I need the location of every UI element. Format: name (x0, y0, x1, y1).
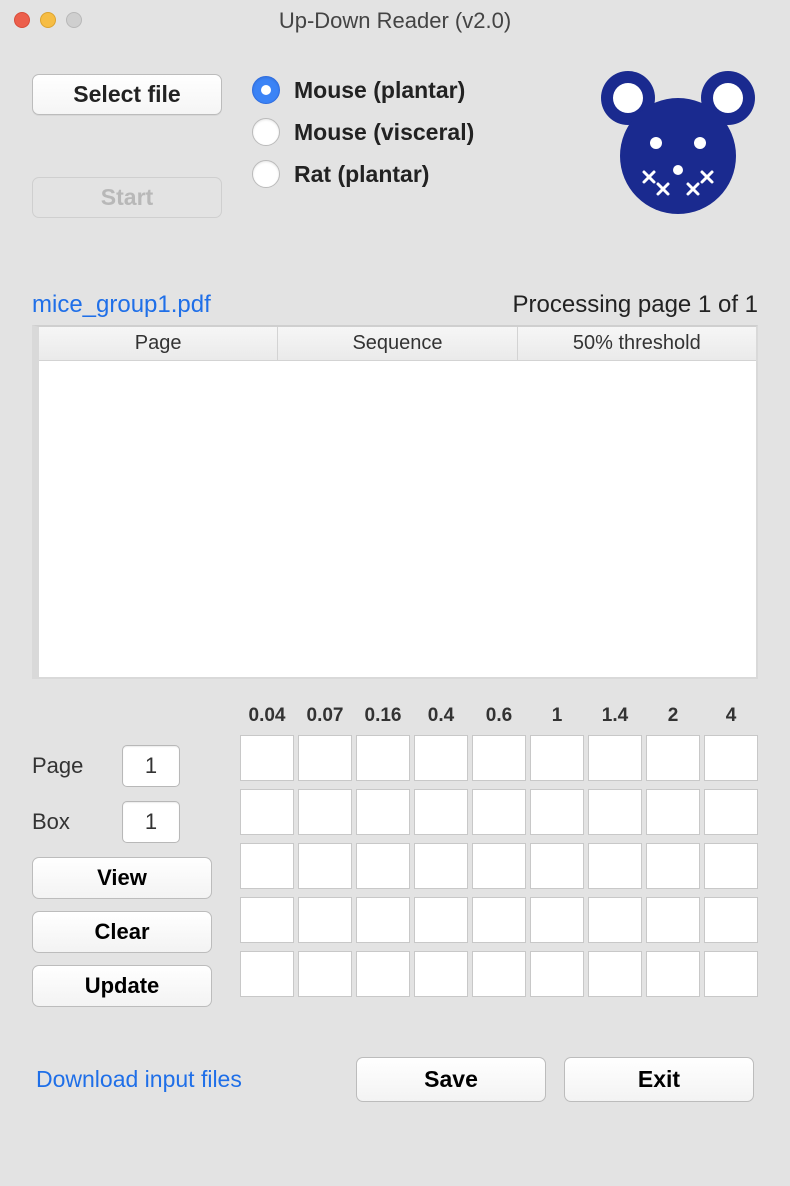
grid-cell[interactable] (588, 735, 642, 781)
grid-cell[interactable] (414, 843, 468, 889)
grid-row (240, 735, 758, 781)
grid-cell[interactable] (356, 735, 410, 781)
grid-row (240, 843, 758, 889)
grid-header: 0.04 (240, 705, 294, 727)
grid-cell[interactable] (588, 897, 642, 943)
grid-header: 0.07 (298, 705, 352, 727)
grid-cell[interactable] (530, 789, 584, 835)
grid-cell[interactable] (240, 789, 294, 835)
grid-header: 0.4 (414, 705, 468, 727)
start-button[interactable]: Start (32, 177, 222, 218)
update-button[interactable]: Update (32, 965, 212, 1007)
column-page[interactable]: Page (39, 327, 278, 360)
mouse-icon (598, 68, 758, 223)
maximize-window[interactable] (66, 12, 82, 28)
results-table[interactable]: Page Sequence 50% threshold (32, 325, 758, 679)
grid-cell[interactable] (298, 735, 352, 781)
radio-icon (252, 76, 280, 104)
radio-mouse-visceral[interactable]: Mouse (visceral) (252, 118, 568, 146)
grid-cell[interactable] (472, 897, 526, 943)
radio-rat-plantar[interactable]: Rat (plantar) (252, 160, 568, 188)
grid-cell[interactable] (414, 897, 468, 943)
grid-header: 1 (530, 705, 584, 727)
grid-cell[interactable] (530, 951, 584, 997)
exit-button[interactable]: Exit (564, 1057, 754, 1102)
radio-label: Mouse (visceral) (294, 119, 474, 146)
minimize-window[interactable] (40, 12, 56, 28)
clear-button[interactable]: Clear (32, 911, 212, 953)
grid-cell[interactable] (356, 789, 410, 835)
grid-cell[interactable] (472, 843, 526, 889)
grid-cell[interactable] (356, 843, 410, 889)
box-input-label: Box (32, 809, 102, 835)
grid-cell[interactable] (356, 897, 410, 943)
page-input[interactable]: 1 (122, 745, 180, 787)
grid-cell[interactable] (588, 843, 642, 889)
radio-label: Mouse (plantar) (294, 77, 465, 104)
box-input[interactable]: 1 (122, 801, 180, 843)
grid-cell[interactable] (298, 897, 352, 943)
grid-cell[interactable] (356, 951, 410, 997)
grid-cell[interactable] (704, 951, 758, 997)
grid-cell[interactable] (472, 789, 526, 835)
grid-cell[interactable] (704, 789, 758, 835)
grid-cell[interactable] (472, 951, 526, 997)
grid-cell[interactable] (646, 735, 700, 781)
grid-header: 1.4 (588, 705, 642, 727)
save-button[interactable]: Save (356, 1057, 546, 1102)
grid-cell[interactable] (240, 843, 294, 889)
column-sequence[interactable]: Sequence (278, 327, 517, 360)
grid-header: 0.6 (472, 705, 526, 727)
grid-cell[interactable] (646, 897, 700, 943)
grid-cell[interactable] (530, 735, 584, 781)
grid-cell[interactable] (588, 789, 642, 835)
radio-icon (252, 160, 280, 188)
grid-cell[interactable] (414, 789, 468, 835)
grid-cell[interactable] (414, 735, 468, 781)
column-threshold[interactable]: 50% threshold (518, 327, 756, 360)
radio-label: Rat (plantar) (294, 161, 429, 188)
grid-row (240, 789, 758, 835)
grid-cell[interactable] (240, 735, 294, 781)
grid-header: 4 (704, 705, 758, 727)
download-input-files-link[interactable]: Download input files (36, 1066, 242, 1093)
grid-cell[interactable] (240, 951, 294, 997)
grid-cell[interactable] (240, 897, 294, 943)
grid-cell[interactable] (704, 735, 758, 781)
page-input-label: Page (32, 753, 102, 779)
grid-cell[interactable] (530, 897, 584, 943)
grid-row (240, 897, 758, 943)
radio-icon (252, 118, 280, 146)
grid-cell[interactable] (298, 951, 352, 997)
grid-cell[interactable] (530, 843, 584, 889)
grid-cell[interactable] (588, 951, 642, 997)
grid-cell[interactable] (646, 951, 700, 997)
grid-header: 0.16 (356, 705, 410, 727)
window-title: Up-Down Reader (v2.0) (12, 8, 778, 34)
grid-cell[interactable] (298, 843, 352, 889)
processing-status: Processing page 1 of 1 (513, 291, 759, 319)
filename-label: mice_group1.pdf (32, 291, 211, 319)
grid-cell[interactable] (646, 789, 700, 835)
grid-cell[interactable] (704, 843, 758, 889)
radio-mouse-plantar[interactable]: Mouse (plantar) (252, 76, 568, 104)
select-file-button[interactable]: Select file (32, 74, 222, 115)
grid-cell[interactable] (298, 789, 352, 835)
close-window[interactable] (14, 12, 30, 28)
grid-header: 2 (646, 705, 700, 727)
grid-cell[interactable] (414, 951, 468, 997)
grid-cell[interactable] (704, 897, 758, 943)
grid-cell[interactable] (472, 735, 526, 781)
grid-cell[interactable] (646, 843, 700, 889)
view-button[interactable]: View (32, 857, 212, 899)
grid-row (240, 951, 758, 997)
